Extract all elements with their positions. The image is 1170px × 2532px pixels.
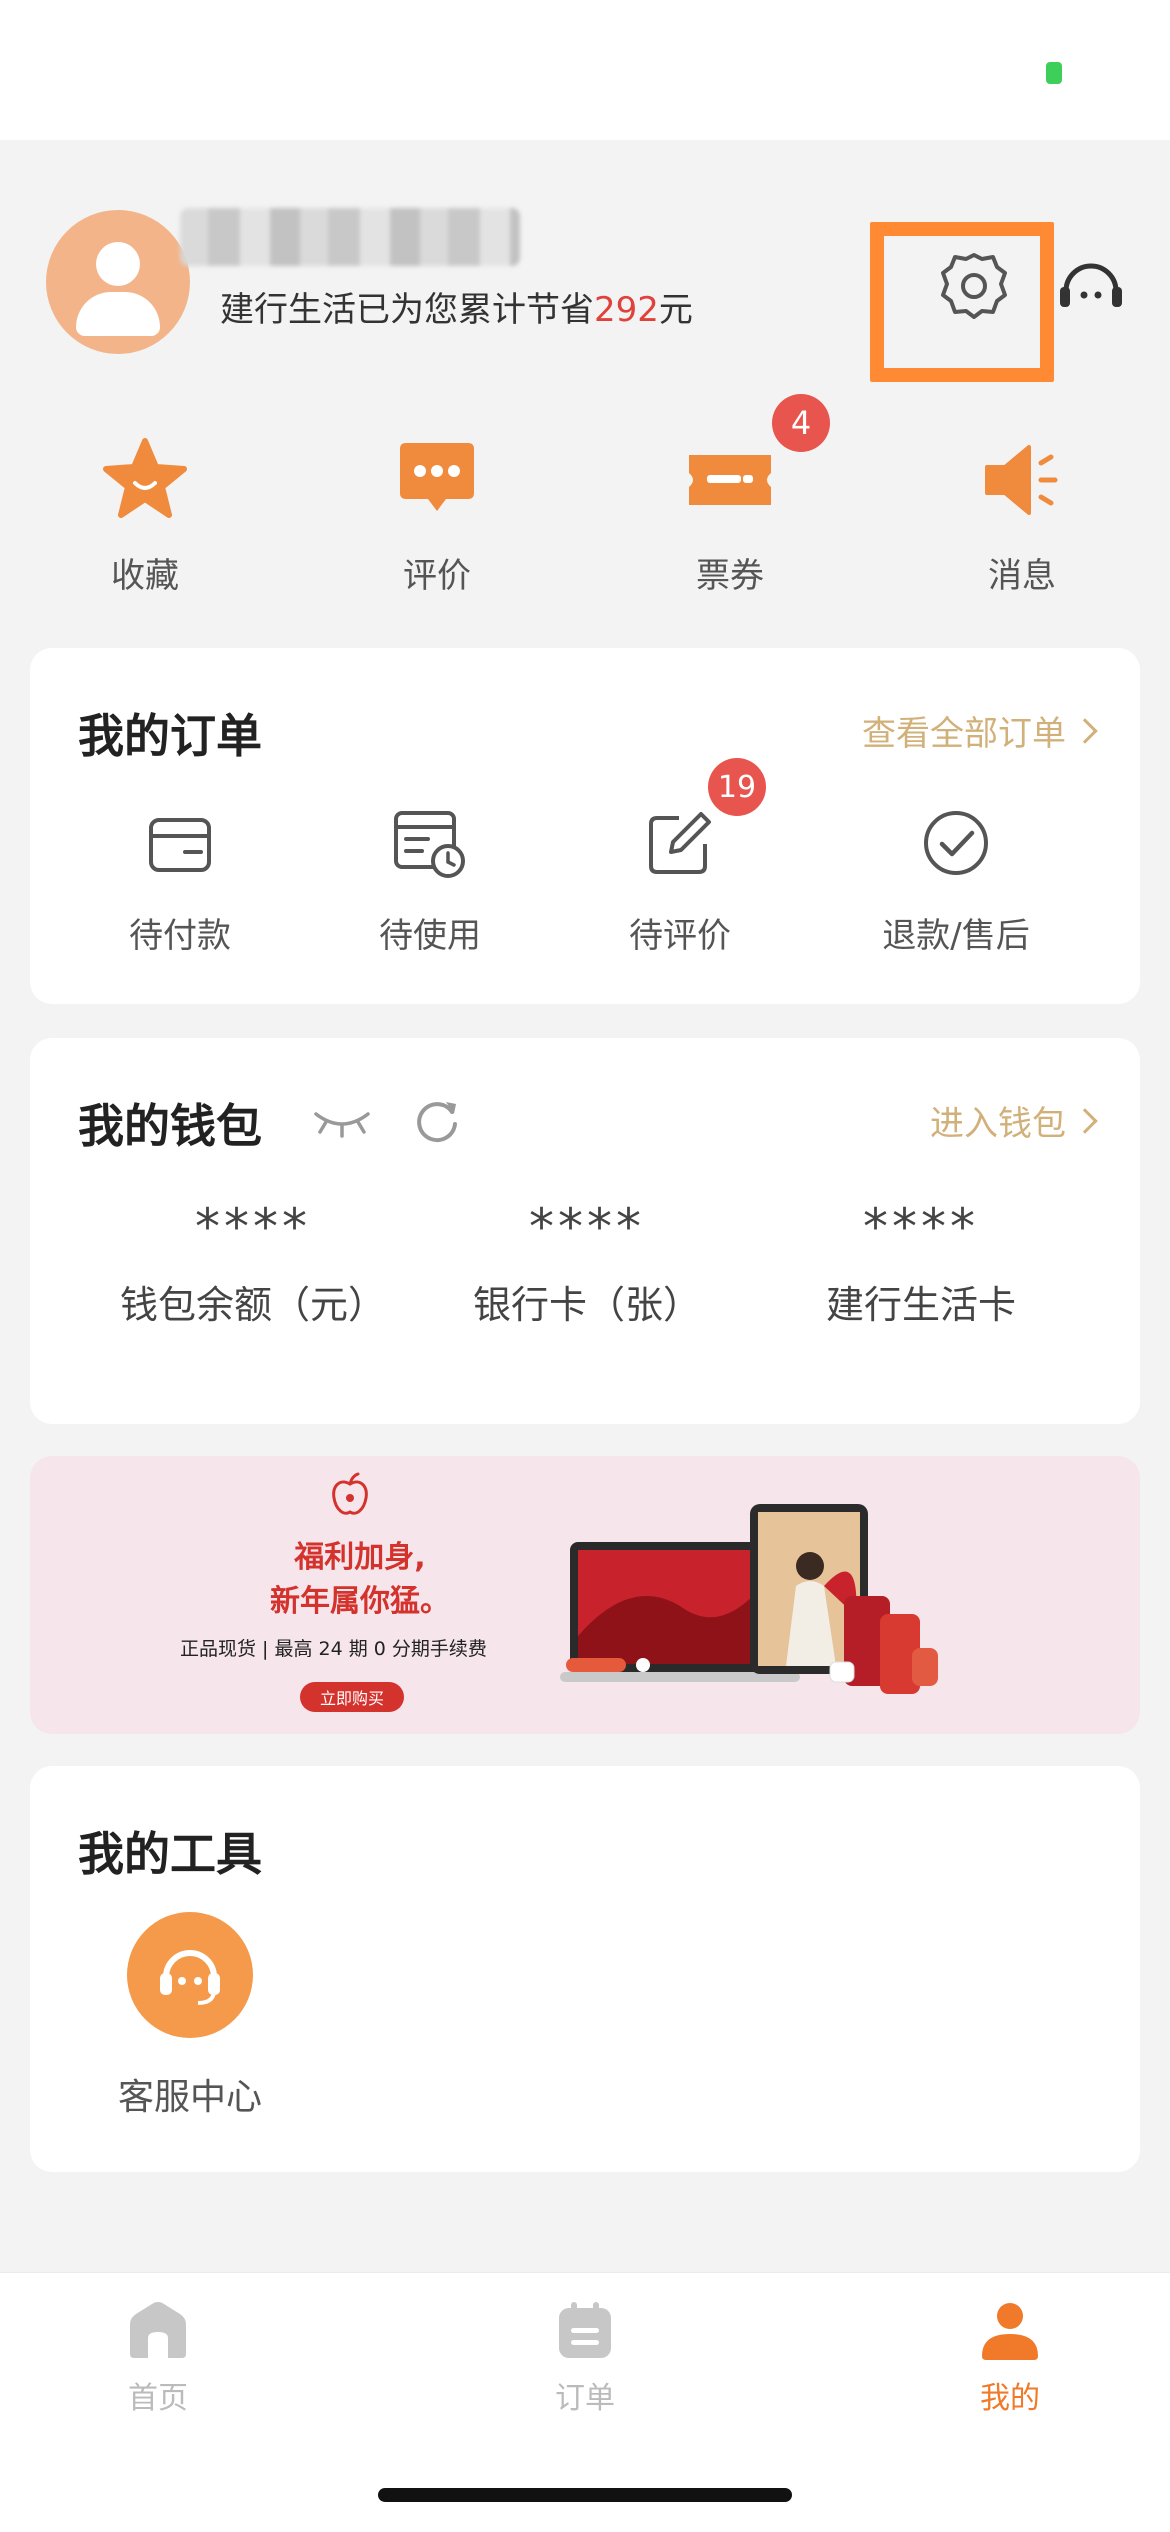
view-all-orders-label: 查看全部订单 [862, 714, 1066, 754]
quick-actions: 收藏 评价 票券 4 消息 [0, 394, 1170, 610]
order-item-refund[interactable]: 退款/售后 [836, 800, 1076, 957]
orders-card: 我的订单 查看全部订单 待付款 待使用 待评价 19 退款/售后 [30, 648, 1140, 1004]
quick-item-label: 票券 [696, 556, 764, 596]
tab-orders[interactable]: 订单 [485, 2295, 685, 2417]
status-bar [0, 0, 1170, 140]
quick-item-label: 评价 [403, 556, 471, 596]
product-image [560, 1504, 938, 1694]
buy-now-button[interactable]: 立即购买 [300, 1682, 404, 1712]
quick-item-label: 收藏 [111, 556, 179, 596]
wallet-life-card[interactable]: **** 建行生活卡 [756, 1198, 1086, 1329]
wallet-balance-value: **** [195, 1198, 311, 1256]
enter-wallet-link[interactable]: 进入钱包 [930, 1096, 1098, 1145]
user-icon [982, 2303, 1038, 2360]
wallet-balance[interactable]: **** 钱包余额（元） [88, 1198, 418, 1329]
quick-item-favorites[interactable]: 收藏 [45, 430, 245, 610]
tickets-badge: 4 [772, 394, 830, 452]
tab-mine[interactable]: 我的 [910, 2295, 1110, 2417]
tool-customer-service[interactable]: 客服中心 [90, 1912, 290, 2120]
edit-icon [649, 812, 711, 874]
order-item-label: 待使用 [379, 916, 481, 956]
order-item-label: 待评价 [629, 916, 731, 956]
refresh-icon [417, 1102, 457, 1143]
tab-label: 我的 [980, 2381, 1040, 2416]
savings-suffix: 元 [658, 290, 693, 330]
life-card-value: **** [863, 1198, 979, 1256]
wallet-title: 我的钱包 [78, 1099, 262, 1153]
view-all-orders-link[interactable]: 查看全部订单 [862, 706, 1098, 755]
bank-cards-label: 银行卡（张） [472, 1283, 701, 1327]
avatar[interactable] [46, 210, 190, 354]
carousel-indicator [566, 1658, 650, 1672]
speaker-icon [985, 445, 1058, 515]
settings-button[interactable] [936, 248, 1012, 324]
order-icon [559, 2302, 611, 2358]
promo-banner[interactable]: 福利加身, 新年属你猛。 正品现货 | 最高 24 期 0 分期手续费 立即购买 [30, 1456, 1140, 1734]
headset-icon [160, 1950, 220, 2005]
quick-item-tickets[interactable]: 票券 4 [630, 394, 830, 610]
to-review-badge: 19 [708, 758, 766, 816]
wallet-card: 我的钱包 进入钱包 **** 钱包余额（元） **** 银行卡（张） **** … [30, 1038, 1140, 1424]
tool-label: 客服中心 [117, 2077, 262, 2118]
quick-item-label: 消息 [988, 556, 1056, 596]
wallet-icon [149, 818, 211, 872]
comment-icon [400, 443, 474, 511]
calendar-clock-icon [394, 811, 465, 878]
apple-logo-icon [332, 1472, 368, 1515]
wallet-balance-label: 钱包余额（元） [119, 1283, 386, 1327]
home-icon [130, 2302, 186, 2358]
hide-balance-button[interactable] [312, 1100, 372, 1140]
chevron-right-icon [1072, 1107, 1098, 1134]
eye-closed-icon [314, 1112, 370, 1138]
profile-header: 建行生活已为您累计节省292元 [0, 140, 1170, 382]
tab-label: 订单 [555, 2381, 615, 2416]
wallet-bank-cards[interactable]: **** 银行卡（张） [422, 1198, 752, 1329]
order-item-pending-payment[interactable]: 待付款 [60, 800, 300, 957]
chevron-right-icon [1072, 717, 1098, 744]
order-item-to-review[interactable]: 待评价 19 [560, 758, 800, 957]
banner-subline: 正品现货 | 最高 24 期 0 分期手续费 [180, 1638, 487, 1660]
banner-headline-line2: 新年属你猛。 [270, 1584, 450, 1619]
home-indicator [378, 2488, 792, 2502]
ticket-icon [689, 455, 771, 505]
quick-item-messages[interactable]: 消息 [922, 430, 1122, 610]
gear-icon [941, 253, 1007, 319]
savings-text: 建行生活已为您累计节省292元 [220, 282, 693, 331]
tools-card: 我的工具 客服中心 [30, 1766, 1140, 2172]
quick-item-reviews[interactable]: 评价 [337, 430, 537, 610]
customer-service-button[interactable] [1054, 248, 1128, 324]
battery-icon [1046, 62, 1062, 84]
tools-title: 我的工具 [78, 1827, 262, 1881]
star-icon [103, 438, 187, 518]
check-circle-icon [924, 811, 988, 875]
life-card-label: 建行生活卡 [825, 1283, 1016, 1327]
bank-cards-value: **** [529, 1198, 645, 1256]
banner-headline-line1: 福利加身, [294, 1540, 426, 1575]
username-blurred [180, 208, 520, 266]
tab-label: 首页 [128, 2381, 188, 2416]
order-item-label: 退款/售后 [882, 916, 1030, 956]
savings-amount: 292 [594, 290, 659, 330]
tab-home[interactable]: 首页 [58, 2295, 258, 2417]
enter-wallet-label: 进入钱包 [930, 1104, 1066, 1144]
refresh-button[interactable] [412, 1096, 462, 1146]
banner-headline: 福利加身, 新年属你猛。 [230, 1536, 490, 1624]
savings-prefix: 建行生活已为您累计节省 [220, 290, 594, 330]
orders-title: 我的订单 [78, 709, 262, 763]
headset-icon [1060, 263, 1122, 307]
order-item-to-use[interactable]: 待使用 [310, 800, 550, 957]
order-item-label: 待付款 [129, 916, 231, 956]
